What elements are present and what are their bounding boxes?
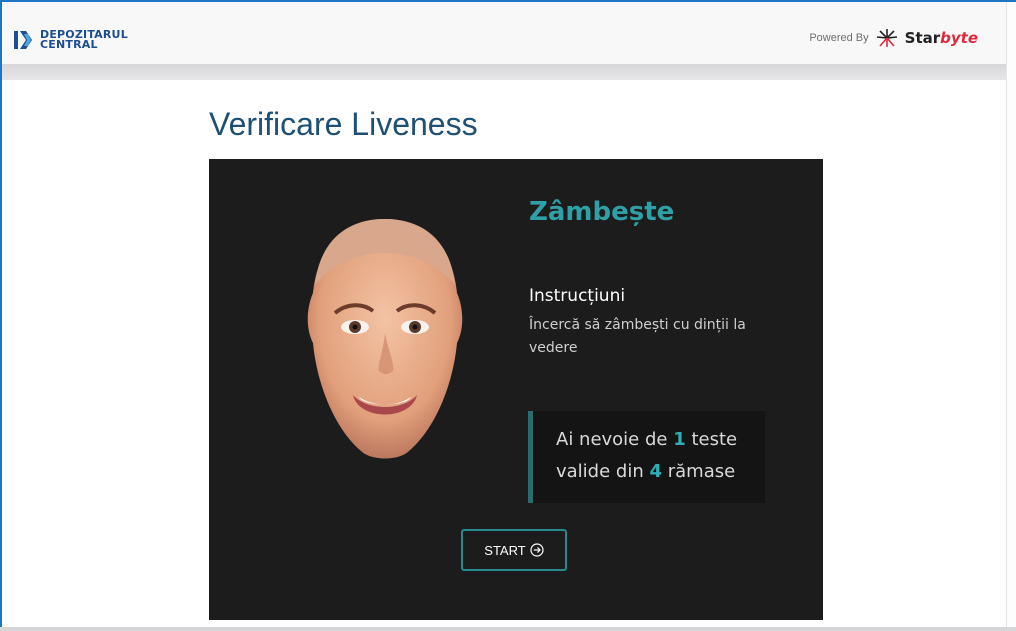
- depozitarul-logo-icon: [14, 31, 32, 49]
- powered-by-label: Powered By: [809, 32, 869, 44]
- logo-text: DEPOZITARUL CENTRAL: [40, 29, 128, 51]
- tests-line-1: Ai nevoie de 1 teste: [556, 429, 737, 450]
- depozitarul-logo[interactable]: DEPOZITARUL CENTRAL: [14, 29, 128, 51]
- starbyte-brand[interactable]: Starbyte: [905, 29, 978, 47]
- app-header: DEPOZITARUL CENTRAL Powered By Starbyte: [2, 2, 1006, 64]
- face-illustration-icon: [307, 219, 463, 459]
- start-button-label: START: [484, 542, 526, 558]
- instructions-text: Încercă să zâmbești cu dinții la vedere: [529, 317, 746, 356]
- liveness-panel: Zâmbește Instrucțiuni Încercă să zâmbeșt…: [209, 159, 823, 620]
- brand-byte: byte: [940, 29, 978, 47]
- scrollbar-track[interactable]: [1006, 2, 1016, 627]
- arrow-circle-right-icon: [530, 543, 544, 557]
- tests-prefix: Ai nevoie de: [556, 429, 668, 450]
- tests-middle1: teste: [691, 429, 738, 450]
- start-button[interactable]: START: [461, 529, 567, 571]
- starbyte-burst-icon: [876, 29, 897, 47]
- instructions-label: Instrucțiuni: [529, 286, 626, 306]
- tests-remaining: 4: [649, 461, 663, 482]
- logo-line2: CENTRAL: [40, 38, 98, 51]
- tests-middle2: valide din: [556, 461, 644, 482]
- window-border-left: [0, 0, 2, 631]
- powered-by: Powered By Starbyte: [809, 28, 978, 48]
- tests-needed: 1: [673, 429, 686, 450]
- tests-suffix: rămase: [667, 461, 736, 482]
- header-shadow: [2, 64, 1006, 80]
- brand-star: Star: [904, 29, 941, 47]
- page-title: Verificare Liveness: [209, 106, 478, 142]
- tests-remaining-box: Ai nevoie de 1 teste valide din 4 rămase: [528, 411, 765, 503]
- challenge-action-title: Zâmbește: [529, 197, 675, 227]
- window-border-bottom: [0, 627, 1016, 631]
- tests-line-2: valide din 4 rămase: [556, 461, 735, 482]
